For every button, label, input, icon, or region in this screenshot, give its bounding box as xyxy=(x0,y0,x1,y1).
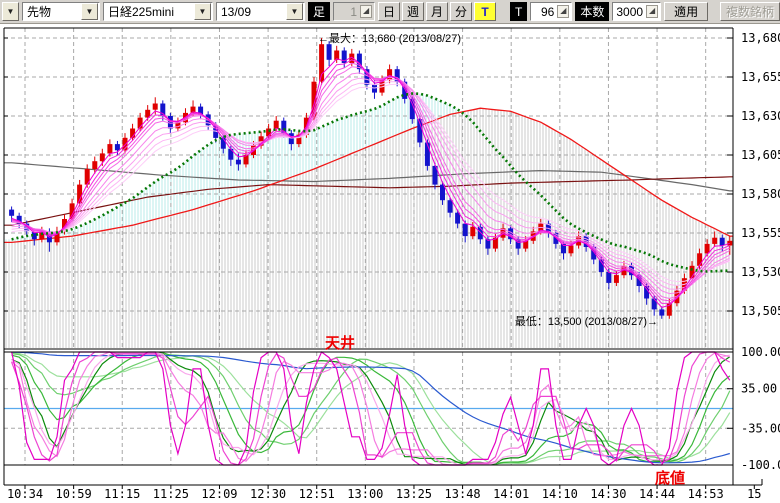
spin-edit-icon[interactable]: ◢ xyxy=(557,5,569,18)
time-tick-label: 14:01 xyxy=(493,487,529,500)
period-month-button[interactable]: 月 xyxy=(426,2,448,21)
contract-month-value: 13/09 xyxy=(217,5,285,19)
price-tick-label: 13,580 xyxy=(741,187,780,201)
interval-label: 足 xyxy=(308,2,330,21)
period-button-group: 日週月分T xyxy=(378,2,496,21)
rci-tick-label: -100.00 xyxy=(741,458,780,472)
chart-area: 13,680 13,655 13,630 13,605 13,580 13,555 13,5… xyxy=(0,24,780,500)
tick-size-spinner[interactable]: 96 ◢ xyxy=(530,2,572,21)
time-tick-label: 15 xyxy=(747,487,761,500)
apply-button[interactable]: 適用 xyxy=(664,2,708,21)
symbol-select-value: 日経225mini xyxy=(104,3,193,20)
tick-size-value[interactable]: 96 xyxy=(534,5,554,19)
time-tick-label: 14:30 xyxy=(590,487,626,500)
max-price-annotation: ←最大：13,680 (2013/08/27) xyxy=(318,31,461,45)
interval-value: 1 xyxy=(337,5,357,19)
bar-count-spinner[interactable]: 3000 ◢ xyxy=(612,2,661,21)
time-tick-label: 14:53 xyxy=(688,487,724,500)
time-tick-label: 11:25 xyxy=(153,487,189,500)
time-tick-label: 11:15 xyxy=(104,487,140,500)
multi-symbol-button: 複数銘柄 xyxy=(720,2,780,21)
tick-size-label: T xyxy=(510,2,527,21)
spin-edit-icon: ◢ xyxy=(360,5,372,18)
price-tick-label: 13,655 xyxy=(741,70,780,84)
bar-count-value[interactable]: 3000 xyxy=(616,5,643,19)
time-tick-label: 14:44 xyxy=(639,487,675,500)
contract-month-select[interactable]: 13/09 ▼ xyxy=(216,2,305,21)
bar-count-label: 本数 xyxy=(575,2,609,21)
period-day-button[interactable]: 日 xyxy=(378,2,400,21)
toolbar: ▼ 先物 ▼ 日経225mini ▼ 13/09 ▼ 足 1 ◢ 日週月分T T… xyxy=(0,0,780,24)
rci-tick-label: 35.00 xyxy=(741,382,777,396)
market-select-value: 先物 xyxy=(23,3,80,20)
chevron-down-icon: ▼ xyxy=(7,7,15,16)
rci-tick-label: -35.00 xyxy=(741,421,780,435)
chevron-down-icon[interactable]: ▼ xyxy=(81,3,98,20)
interval-spinner: 1 ◢ xyxy=(333,2,375,21)
time-tick-label: 12:09 xyxy=(201,487,237,500)
chevron-down-icon[interactable]: ▼ xyxy=(286,3,303,20)
time-tick-label: 13:48 xyxy=(445,487,481,500)
time-tick-label: 14:10 xyxy=(542,487,578,500)
period-minute-button[interactable]: 分 xyxy=(450,2,472,21)
min-price-annotation: 最低：13,500 (2013/08/27)→ xyxy=(515,315,658,328)
price-tick-label: 13,530 xyxy=(741,265,780,279)
time-tick-label: 13:00 xyxy=(347,487,383,500)
price-tick-label: 13,505 xyxy=(741,304,780,318)
price-tick-label: 13,630 xyxy=(741,109,780,123)
bottom-annotation: 底値 xyxy=(655,469,685,487)
price-tick-label: 13,605 xyxy=(741,148,780,162)
period-tick-button[interactable]: T xyxy=(474,2,496,21)
price-tick-label: 13,555 xyxy=(741,226,780,240)
period-week-button[interactable]: 週 xyxy=(402,2,424,21)
time-tick-label: 12:51 xyxy=(299,487,335,500)
time-tick-label: 12:30 xyxy=(250,487,286,500)
time-tick-label: 10:59 xyxy=(56,487,92,500)
chevron-down-icon[interactable]: ▼ xyxy=(194,3,211,20)
spin-edit-icon[interactable]: ◢ xyxy=(646,5,658,18)
symbol-select[interactable]: 日経225mini ▼ xyxy=(103,2,213,21)
time-tick-label: 13:25 xyxy=(396,487,432,500)
rci-tick-label: 100.00 xyxy=(741,345,780,359)
price-tick-label: 13,680 xyxy=(741,31,780,45)
ceiling-annotation: 天井 xyxy=(325,334,355,352)
chart-menu-dropdown[interactable]: ▼ xyxy=(2,2,19,21)
market-select[interactable]: 先物 ▼ xyxy=(22,2,100,21)
price-chart[interactable]: 13,680 13,655 13,630 13,605 13,580 13,555 13,5… xyxy=(0,24,780,500)
time-tick-label: 10:34 xyxy=(7,487,43,500)
